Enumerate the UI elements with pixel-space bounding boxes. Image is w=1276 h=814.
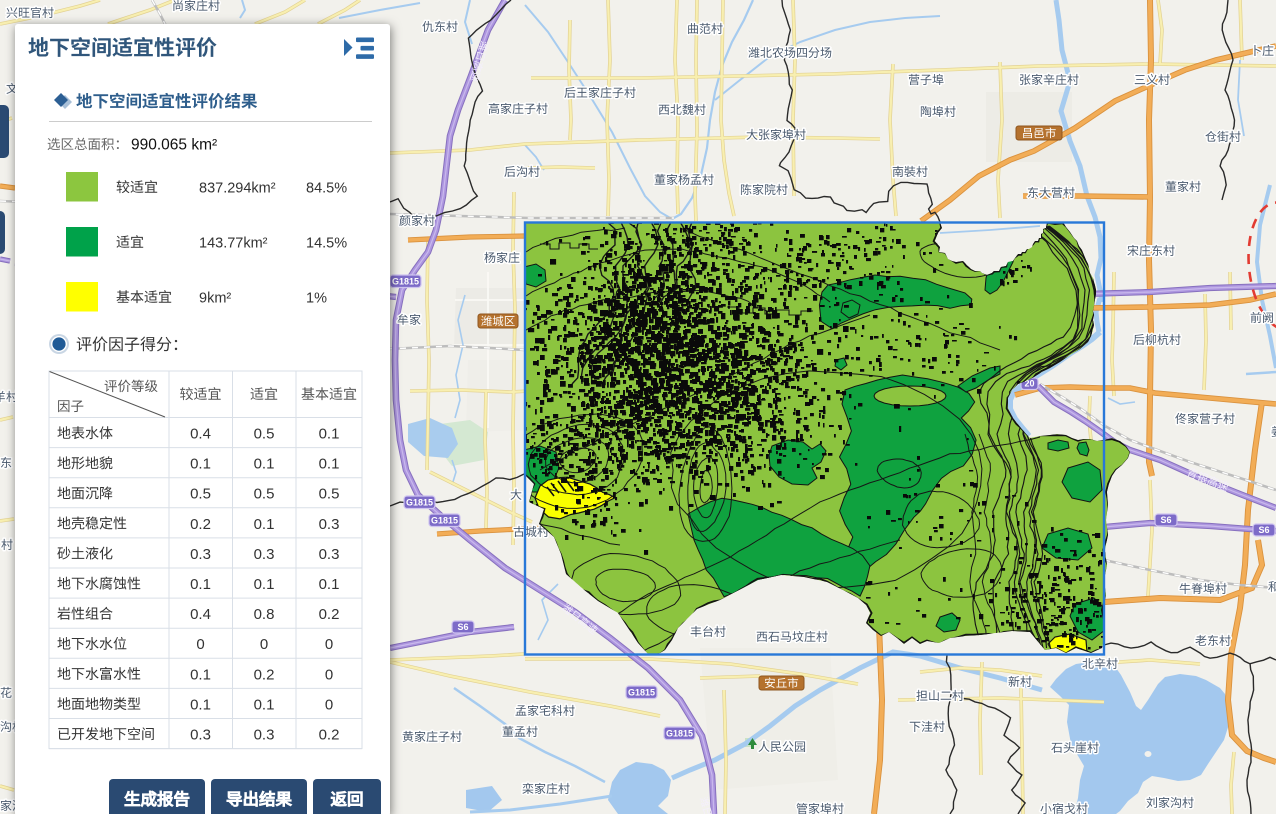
svg-text:990.065 km²: 990.065 km² [131,137,217,154]
svg-text:0.2: 0.2 [319,606,340,623]
svg-text:0.4: 0.4 [190,606,211,623]
svg-text:0.1: 0.1 [319,456,340,473]
svg-text:143.77km²: 143.77km² [199,236,268,252]
svg-text:0.3: 0.3 [254,727,275,744]
svg-text:0.3: 0.3 [190,727,211,744]
svg-text:0: 0 [325,666,333,683]
svg-text:837.294km²: 837.294km² [199,181,276,197]
svg-text:0.1: 0.1 [254,576,275,593]
svg-text:G1815: G1815 [431,516,458,526]
svg-text:0.5: 0.5 [190,486,211,503]
svg-text:0.1: 0.1 [190,666,211,683]
svg-text:0.3: 0.3 [319,516,340,533]
svg-text:G1815: G1815 [666,729,693,739]
svg-text:0.3: 0.3 [319,546,340,563]
svg-text:0.3: 0.3 [254,546,275,563]
svg-text:1%: 1% [306,291,327,307]
svg-text:0.5: 0.5 [254,426,275,443]
svg-text:0.2: 0.2 [254,666,275,683]
svg-text:0.1: 0.1 [254,456,275,473]
svg-text:84.5%: 84.5% [306,181,347,197]
svg-text:S6: S6 [457,622,468,632]
svg-text:0.3: 0.3 [190,546,211,563]
svg-text:0.1: 0.1 [319,576,340,593]
svg-text:0.2: 0.2 [190,516,211,533]
svg-text:S6: S6 [1258,525,1269,535]
svg-text:G1815: G1815 [628,688,655,698]
svg-text:14.5%: 14.5% [306,236,347,252]
svg-text:0.1: 0.1 [254,696,275,713]
svg-text:S6: S6 [1160,515,1171,525]
svg-text:9km²: 9km² [199,291,231,307]
svg-text:0: 0 [325,696,333,713]
svg-text:0.8: 0.8 [254,606,275,623]
svg-text:0.1: 0.1 [190,456,211,473]
svg-text:G1815: G1815 [392,277,419,287]
svg-text:0.1: 0.1 [190,696,211,713]
svg-text:0.4: 0.4 [190,426,211,443]
svg-text:0.5: 0.5 [254,486,275,503]
svg-text:G1815: G1815 [406,498,433,508]
svg-text:0.1: 0.1 [254,516,275,533]
svg-text:0.2: 0.2 [319,727,340,744]
svg-text:0: 0 [260,636,268,653]
svg-text:0.5: 0.5 [319,486,340,503]
svg-text:0: 0 [325,636,333,653]
svg-text:0.1: 0.1 [190,576,211,593]
svg-text:0.1: 0.1 [319,426,340,443]
svg-text:0: 0 [196,636,204,653]
